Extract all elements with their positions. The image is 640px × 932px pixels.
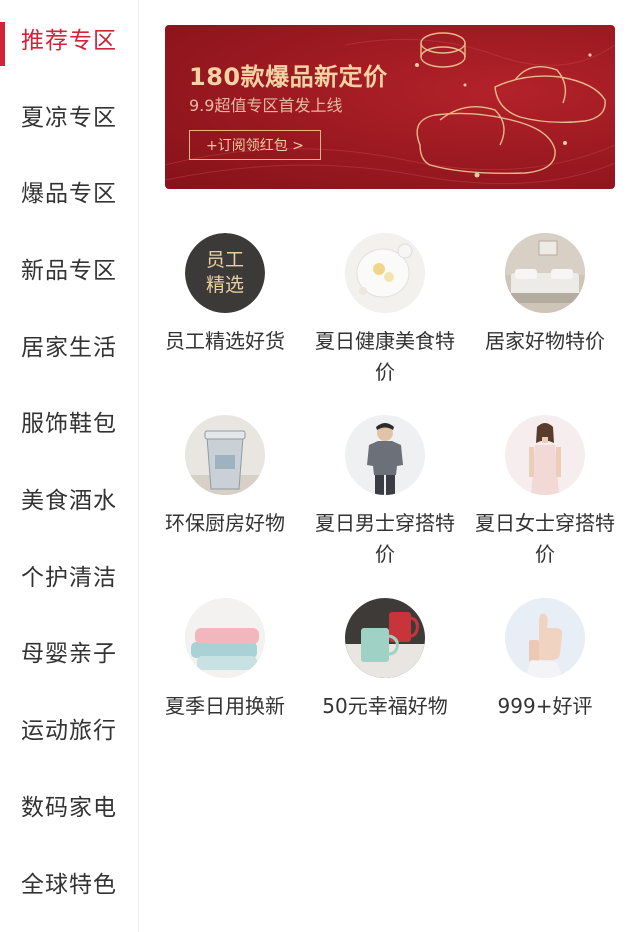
sidebar-item-label: 爆品专区 xyxy=(21,181,117,207)
sidebar-item-label: 新品专区 xyxy=(21,258,117,284)
tile-label: 999+好评 xyxy=(497,694,593,718)
sidebar-item-summer-cool[interactable]: 夏凉专区 xyxy=(0,85,139,145)
sidebar-item-home-living[interactable]: 居家生活 xyxy=(0,315,139,375)
sidebar-item-label: 数码家电 xyxy=(21,795,117,821)
towels-thumb xyxy=(185,598,265,678)
sidebar-item-label: 夏凉专区 xyxy=(21,105,117,131)
thumb-text-line1: 员工 xyxy=(206,249,244,271)
sidebar-item-label: 美食酒水 xyxy=(21,488,117,514)
tile-label: 夏日女士穿搭特价 xyxy=(475,511,615,566)
sidebar-item-label: 全球特色 xyxy=(21,872,117,898)
subscribe-redpacket-button[interactable]: +订阅领红包 > xyxy=(189,130,321,160)
trash-bin-thumb xyxy=(185,415,265,495)
sidebar-item-personal-care[interactable]: 个护清洁 xyxy=(0,545,139,605)
sidebar-item-apparel[interactable]: 服饰鞋包 xyxy=(0,391,139,451)
man-model-thumb xyxy=(345,415,425,495)
tile-label: 居家好物特价 xyxy=(485,329,605,353)
sidebar-item-new-items[interactable]: 新品专区 xyxy=(0,238,139,298)
active-indicator xyxy=(0,22,5,66)
banner-title: 180款爆品新定价 xyxy=(189,63,388,91)
tile-label: 夏日男士穿搭特价 xyxy=(315,511,455,566)
thumb-text-line2: 精选 xyxy=(206,274,244,296)
promo-banner[interactable]: 180款爆品新定价 9.9超值专区首发上线 +订阅领红包 > xyxy=(165,25,615,189)
thumbs-up-thumb xyxy=(505,598,585,678)
mugs-thumb xyxy=(345,598,425,678)
sidebar-item-food-drinks[interactable]: 美食酒水 xyxy=(0,468,139,528)
sidebar-item-mother-baby[interactable]: 母婴亲子 xyxy=(0,621,139,681)
tile-label: 环保厨房好物 xyxy=(165,511,285,535)
tile-label: 50元幸福好物 xyxy=(322,694,448,718)
sidebar-item-digital[interactable]: 数码家电 xyxy=(0,775,139,835)
sidebar-item-label: 推荐专区 xyxy=(21,28,117,54)
woman-model-thumb xyxy=(505,415,585,495)
sidebar-item-label: 居家生活 xyxy=(21,335,117,361)
tile-label: 夏季日用换新 xyxy=(165,694,285,718)
tile-label: 员工精选好货 xyxy=(165,329,285,353)
sidebar-item-sports-travel[interactable]: 运动旅行 xyxy=(0,698,139,758)
sidebar-item-label: 母婴亲子 xyxy=(21,641,117,667)
sidebar-item-label: 服饰鞋包 xyxy=(21,411,117,437)
sidebar-item-hot-items[interactable]: 爆品专区 xyxy=(0,161,139,221)
sidebar-item-global[interactable]: 全球特色 xyxy=(0,852,139,912)
staff-picks-thumb: 员工 精选 xyxy=(185,233,265,313)
bedroom-thumb xyxy=(505,233,585,313)
sidebar-item-label: 个护清洁 xyxy=(21,565,117,591)
food-plate-thumb xyxy=(345,233,425,313)
sidebar-item-recommended[interactable]: 推荐专区 xyxy=(0,8,139,68)
sidebar-item-label: 运动旅行 xyxy=(21,718,117,744)
banner-subtitle: 9.9超值专区首发上线 xyxy=(189,96,343,115)
category-sidebar: 推荐专区 夏凉专区 爆品专区 新品专区 居家生活 服饰鞋包 美食酒水 个护清洁 … xyxy=(0,0,139,932)
tile-label: 夏日健康美食特价 xyxy=(315,329,455,384)
